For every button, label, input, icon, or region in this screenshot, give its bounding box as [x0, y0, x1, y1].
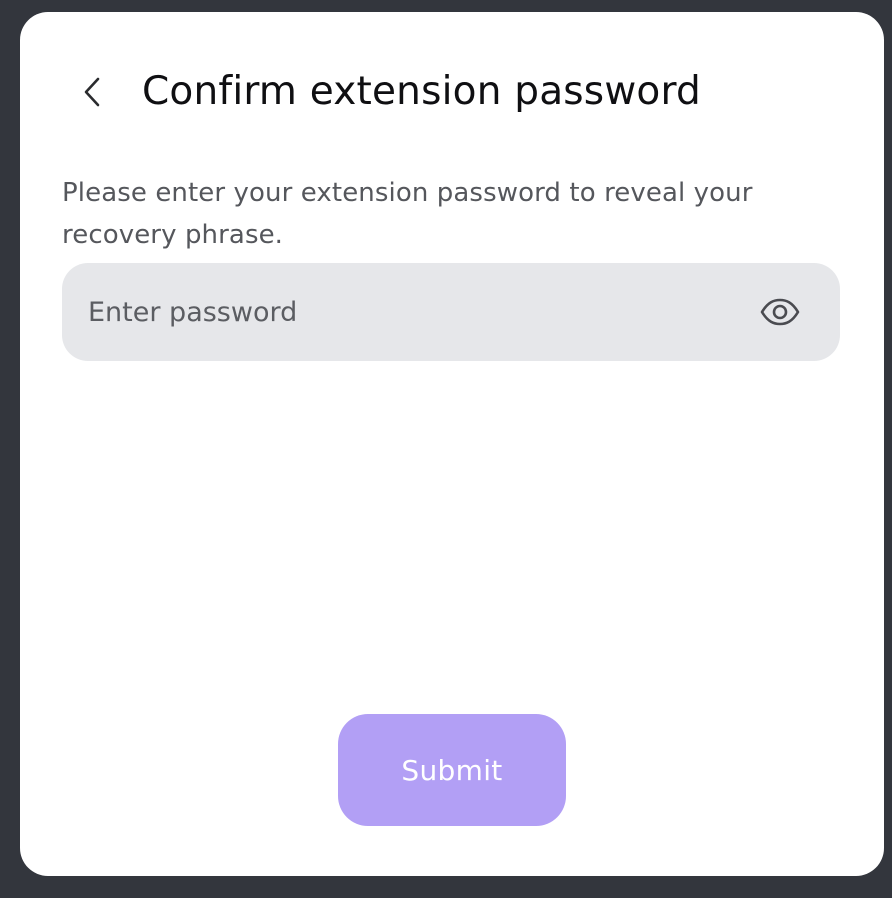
confirm-password-dialog: Confirm extension password Please enter … — [20, 12, 884, 876]
submit-button[interactable]: Submit — [338, 714, 566, 826]
chevron-left-icon — [84, 77, 100, 107]
password-input[interactable] — [88, 263, 738, 361]
eye-icon — [760, 298, 800, 326]
page-title: Confirm extension password — [142, 69, 701, 114]
password-field[interactable] — [62, 263, 840, 361]
instructions-text: Please enter your extension password to … — [62, 178, 753, 250]
toggle-visibility-button[interactable] — [760, 292, 800, 332]
back-button[interactable] — [72, 72, 112, 112]
